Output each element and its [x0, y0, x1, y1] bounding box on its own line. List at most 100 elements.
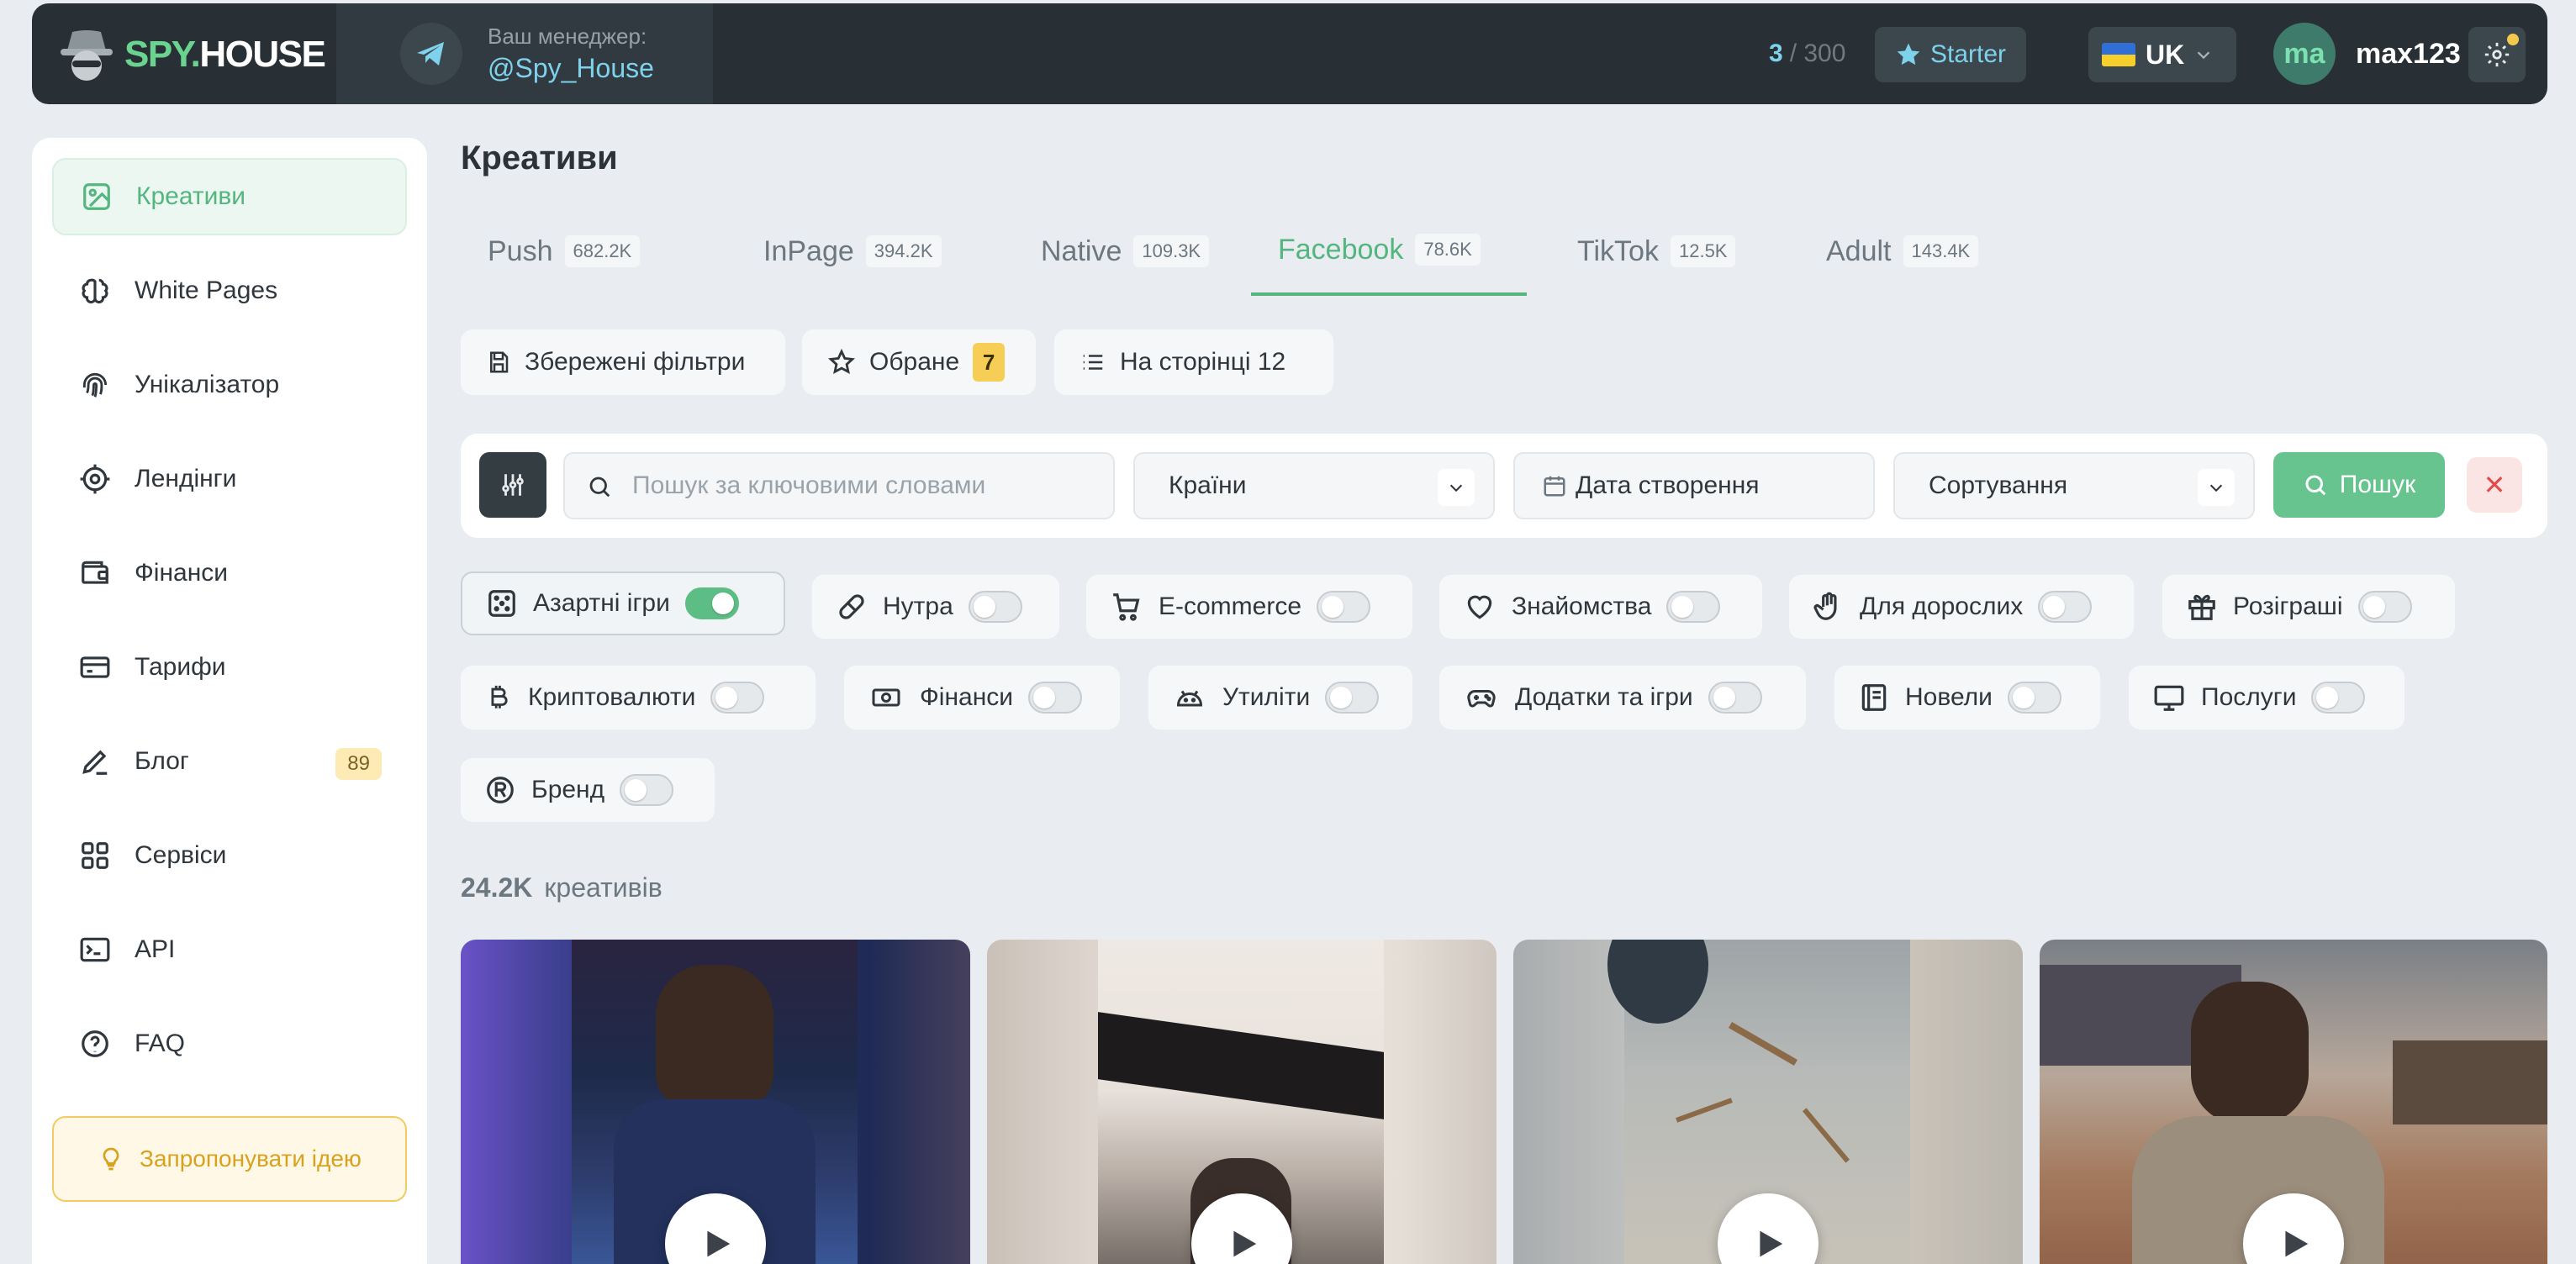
logo-house: HOUSE: [199, 34, 325, 75]
category-chip-finance[interactable]: Фінанси: [844, 666, 1120, 729]
category-chip-brand[interactable]: Бренд: [461, 758, 715, 822]
sidebar-item-blog[interactable]: Блог 89: [52, 723, 407, 800]
saved-filters-button[interactable]: Збережені фільтри: [461, 329, 785, 395]
category-toggle[interactable]: [1317, 591, 1371, 623]
category-toggle[interactable]: [968, 591, 1022, 623]
language-select[interactable]: UK: [2088, 27, 2236, 82]
category-toggle[interactable]: [1666, 591, 1721, 623]
category-toggle[interactable]: [1028, 682, 1083, 714]
plan-button[interactable]: Starter: [1875, 27, 2026, 82]
manager-contact[interactable]: Ваш менеджер: @Spy_House: [336, 3, 713, 104]
tab-native[interactable]: Native 109.3K: [1014, 207, 1210, 296]
sidebar-item-faq[interactable]: FAQ: [52, 1005, 407, 1082]
manager-handle-link[interactable]: @Spy_House: [488, 53, 654, 84]
settings-button[interactable]: [2468, 27, 2526, 82]
sidebar-item-api[interactable]: API: [52, 911, 407, 988]
chip-label: E-commerce: [1159, 592, 1302, 620]
creative-card[interactable]: [2040, 940, 2547, 1264]
category-chip-ecommerce[interactable]: E-commerce: [1086, 575, 1412, 639]
tab-push[interactable]: Push 682.2K: [461, 207, 641, 296]
banknote-icon: [872, 688, 900, 707]
gamepad-icon: [1467, 690, 1496, 708]
chip-label: Утиліти: [1222, 683, 1311, 711]
category-toggle[interactable]: [620, 774, 674, 806]
grid-icon: [82, 842, 108, 869]
logo[interactable]: SPY.HOUSE: [61, 25, 326, 84]
cart-icon: [1113, 593, 1140, 621]
hand-icon: [1813, 592, 1837, 620]
tab-tiktok[interactable]: TikTok 12.5K: [1550, 207, 1736, 296]
category-toggle[interactable]: [710, 682, 765, 714]
category-toggle[interactable]: [2038, 591, 2093, 623]
logo-spy: SPY.: [124, 34, 201, 75]
suggest-idea-label: Запропонувати ідею: [140, 1146, 362, 1172]
tab-label: Adult: [1826, 234, 1892, 267]
category-chip-giveaways[interactable]: Розіграші: [2162, 575, 2455, 639]
chip-label: Додатки та ігри: [1515, 683, 1693, 711]
countries-select[interactable]: Країни: [1133, 452, 1495, 519]
category-chip-gambling[interactable]: Азартні ігри: [461, 571, 785, 635]
user-menu[interactable]: ma max123: [2273, 22, 2461, 86]
gift-icon: [2188, 594, 2215, 620]
date-label: Дата створення: [1576, 471, 1760, 499]
sidebar-item-label: FAQ: [135, 1030, 186, 1057]
sidebar-item-uniqualizer[interactable]: Унікалізатор: [52, 346, 407, 424]
spy-logo-icon: [61, 30, 113, 81]
sidebar-item-label: API: [135, 935, 176, 963]
per-page-button[interactable]: На сторінці 12: [1054, 329, 1333, 395]
monitor-icon: [2154, 685, 2184, 711]
plan-label: Starter: [1929, 40, 2007, 68]
image-icon: [83, 183, 110, 210]
date-created-picker[interactable]: Дата створення: [1513, 452, 1875, 519]
sidebar-item-finance[interactable]: Фінанси: [52, 535, 407, 612]
search-icon: [2305, 475, 2326, 496]
pen-icon: [82, 750, 108, 775]
creative-card[interactable]: [461, 940, 970, 1264]
category-chip-apps-games[interactable]: Додатки та ігри: [1439, 666, 1806, 729]
tab-inpage[interactable]: InPage 394.2K: [736, 207, 942, 296]
play-icon: [1233, 1230, 1257, 1257]
category-toggle[interactable]: [2357, 591, 2412, 623]
favorites-button[interactable]: Обране 7: [802, 329, 1036, 395]
category-toggle[interactable]: [684, 587, 739, 619]
creative-card[interactable]: [987, 940, 1497, 1264]
dice-icon: [488, 590, 515, 617]
tab-count: 143.4K: [1903, 235, 1979, 267]
calendar-icon: [1544, 476, 1565, 497]
sidebar-item-white-pages[interactable]: White Pages: [52, 252, 407, 329]
tab-count: 682.2K: [564, 235, 641, 267]
heart-icon: [1467, 595, 1492, 619]
api-icon: [80, 937, 110, 962]
tab-facebook[interactable]: Facebook 78.6K: [1251, 207, 1527, 296]
search-button[interactable]: Пошук: [2273, 452, 2445, 518]
tab-label: Native: [1041, 234, 1122, 267]
search-button-label: Пошук: [2339, 471, 2416, 498]
tab-adult[interactable]: Adult 143.4K: [1799, 207, 1979, 296]
sidebar-item-landings[interactable]: Лендінги: [52, 440, 407, 518]
category-chip-nutra[interactable]: Нутра: [812, 575, 1059, 639]
category-chip-services[interactable]: Послуги: [2129, 666, 2404, 729]
sidebar-item-services[interactable]: Сервіси: [52, 817, 407, 894]
category-chip-crypto[interactable]: Криптовалюти: [461, 666, 816, 729]
top-bar: SPY.HOUSE Ваш менеджер: @Spy_House 3 / 3…: [32, 3, 2547, 104]
category-chip-novels[interactable]: Новели: [1834, 666, 2100, 729]
clear-filters-button[interactable]: ✕: [2467, 457, 2522, 513]
sidebar-item-tariffs[interactable]: Тарифи: [52, 629, 407, 706]
category-toggle[interactable]: [2007, 682, 2061, 714]
per-page-label: На сторінці 12: [1120, 348, 1286, 376]
suggest-idea-button[interactable]: Запропонувати ідею: [52, 1116, 407, 1202]
sort-select[interactable]: Сортування: [1893, 452, 2255, 519]
filter-settings-button[interactable]: [479, 452, 546, 518]
category-toggle[interactable]: [1325, 682, 1380, 714]
notification-dot: [2507, 34, 2519, 45]
category-toggle[interactable]: [2311, 682, 2366, 714]
sidebar-item-creatives[interactable]: Креативи: [52, 158, 407, 235]
username: max123: [2356, 37, 2461, 70]
category-chip-utilities[interactable]: Утиліти: [1148, 666, 1412, 729]
category-chip-dating[interactable]: Знайомства: [1439, 575, 1762, 639]
creative-card[interactable]: [1513, 940, 2023, 1264]
keyword-search-input[interactable]: Пошук за ключовими словами: [563, 452, 1115, 519]
category-chip-adult[interactable]: Для дорослих: [1789, 575, 2134, 639]
category-toggle[interactable]: [1708, 682, 1762, 714]
play-icon: [707, 1230, 731, 1257]
